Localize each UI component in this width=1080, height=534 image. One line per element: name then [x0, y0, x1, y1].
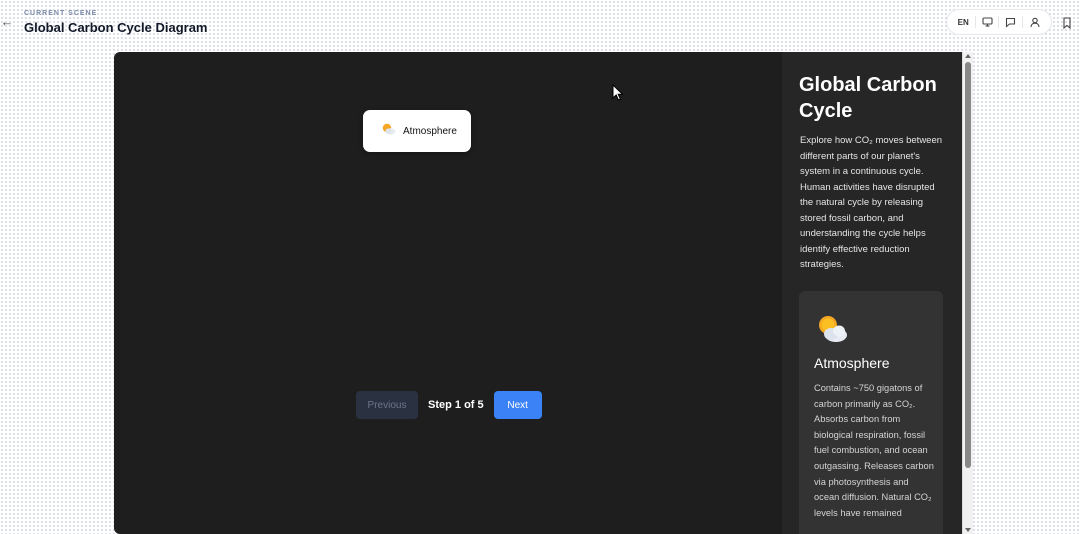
atmosphere-node[interactable]: Atmosphere — [363, 110, 471, 152]
scene-kicker: CURRENT SCENE — [24, 10, 98, 17]
toolbar-divider — [974, 16, 976, 28]
scroll-down-arrow-icon[interactable] — [965, 528, 971, 532]
toolbar: EN — [946, 9, 1052, 35]
panel-scrollbar[interactable] — [962, 52, 973, 534]
detail-card: Atmosphere Contains ~750 gigatons of car… — [799, 291, 943, 534]
card-title: Atmosphere — [814, 355, 890, 371]
mouse-cursor-icon — [612, 83, 624, 102]
step-controls: Previous Step 1 of 5 Next — [356, 391, 542, 419]
previous-button[interactable]: Previous — [356, 391, 418, 419]
top-bar: ← CURRENT SCENE Global Carbon Cycle Diag… — [0, 0, 1080, 48]
bookmark-icon[interactable] — [1062, 16, 1074, 30]
info-panel: Global Carbon Cycle Explore how CO₂ move… — [782, 52, 962, 534]
diagram-canvas[interactable]: Atmosphere Previous Step 1 of 5 Next — [114, 52, 782, 534]
page-title: Global Carbon Cycle Diagram — [24, 20, 208, 35]
next-button[interactable]: Next — [493, 391, 542, 419]
panel-description: Explore how CO₂ moves between different … — [800, 135, 943, 270]
sun-behind-cloud-icon — [815, 313, 849, 347]
comment-icon[interactable] — [1002, 13, 1020, 31]
user-icon[interactable] — [1026, 13, 1044, 31]
scroll-thumb[interactable] — [965, 62, 971, 468]
monitor-icon[interactable] — [978, 13, 996, 31]
panel-title: Global Carbon Cycle — [799, 74, 937, 122]
card-text: Contains ~750 gigatons of carbon primari… — [814, 383, 934, 518]
scroll-up-arrow-icon[interactable] — [965, 54, 971, 58]
language-button[interactable]: EN — [954, 13, 972, 31]
back-arrow-icon[interactable]: ← — [0, 12, 14, 32]
node-label: Atmosphere — [403, 125, 457, 137]
sun-behind-cloud-icon — [381, 122, 397, 141]
toolbar-divider — [1022, 16, 1024, 28]
step-indicator: Step 1 of 5 — [428, 399, 484, 411]
toolbar-divider — [998, 16, 1000, 28]
